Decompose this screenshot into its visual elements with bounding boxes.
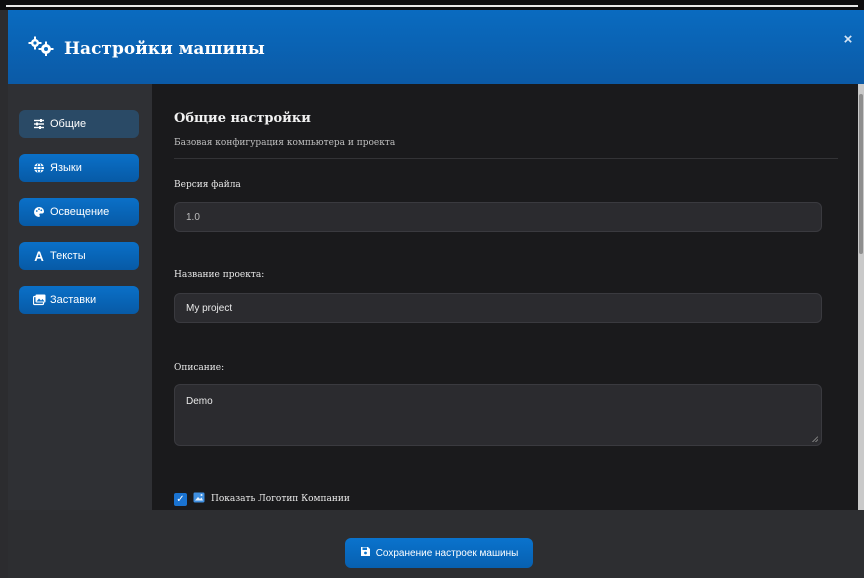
show-logo-row: ✓ Показать Логотип Компании	[174, 490, 350, 508]
dialog-header: Настройки машины ×	[8, 10, 864, 84]
top-line	[6, 5, 858, 7]
show-logo-label: Показать Логотип Компании	[211, 494, 350, 504]
settings-window: Настройки машины × Общие Языки Освещение	[0, 0, 864, 578]
sidebar-item-label: Языки	[50, 162, 82, 174]
images-icon	[32, 294, 46, 306]
version-input[interactable]: 1.0	[174, 202, 822, 232]
globe-icon	[33, 162, 45, 174]
description-value: Demo	[186, 396, 213, 407]
scrollbar-thumb[interactable]	[859, 94, 863, 254]
sidebar-item-general[interactable]: Общие	[19, 110, 139, 138]
project-name-input[interactable]: My project	[174, 293, 822, 323]
dialog-title: Настройки машины	[64, 38, 265, 59]
floppy-disk-icon	[360, 546, 371, 560]
description-label: Описание:	[174, 363, 225, 373]
browser-top-strip	[0, 0, 864, 10]
settings-content: Общие настройки Базовая конфигурация ком…	[152, 84, 860, 510]
section-title: Общие настройки	[174, 111, 311, 126]
version-label: Версия файла	[174, 180, 241, 190]
dialog-footer: Сохранение настроек машины	[8, 510, 864, 578]
sidebar-item-label: Освещение	[50, 206, 110, 218]
sidebar-item-lighting[interactable]: Освещение	[19, 198, 139, 226]
dialog-title-wrap: Настройки машины	[28, 36, 265, 61]
description-textarea[interactable]: Demo	[174, 384, 822, 446]
palette-icon	[33, 206, 45, 218]
section-divider	[174, 158, 838, 159]
show-logo-checkbox[interactable]: ✓	[174, 492, 187, 506]
section-subtitle: Базовая конфигурация компьютера и проект…	[174, 138, 396, 148]
save-settings-label: Сохранение настроек машины	[375, 547, 519, 559]
image-icon	[193, 490, 205, 508]
sidebar-item-label: Заставки	[50, 294, 97, 306]
close-button[interactable]: ×	[840, 32, 856, 48]
save-settings-button[interactable]: Сохранение настроек машины	[345, 538, 533, 568]
sidebar-item-texts[interactable]: Тексты	[19, 242, 139, 270]
sidebar-item-screensavers[interactable]: Заставки	[19, 286, 139, 314]
project-name-label: Название проекта:	[174, 270, 265, 280]
gears-icon	[28, 36, 54, 61]
settings-sidebar: Общие Языки Освещение Тексты Заставки	[8, 84, 152, 510]
resize-grip-icon[interactable]	[812, 436, 818, 442]
content-scrollbar[interactable]	[858, 84, 864, 510]
font-icon	[33, 250, 45, 262]
sidebar-item-label: Тексты	[50, 250, 86, 262]
sidebar-item-label: Общие	[50, 118, 87, 130]
sidebar-item-languages[interactable]: Языки	[19, 154, 139, 182]
sliders-icon	[33, 118, 45, 130]
